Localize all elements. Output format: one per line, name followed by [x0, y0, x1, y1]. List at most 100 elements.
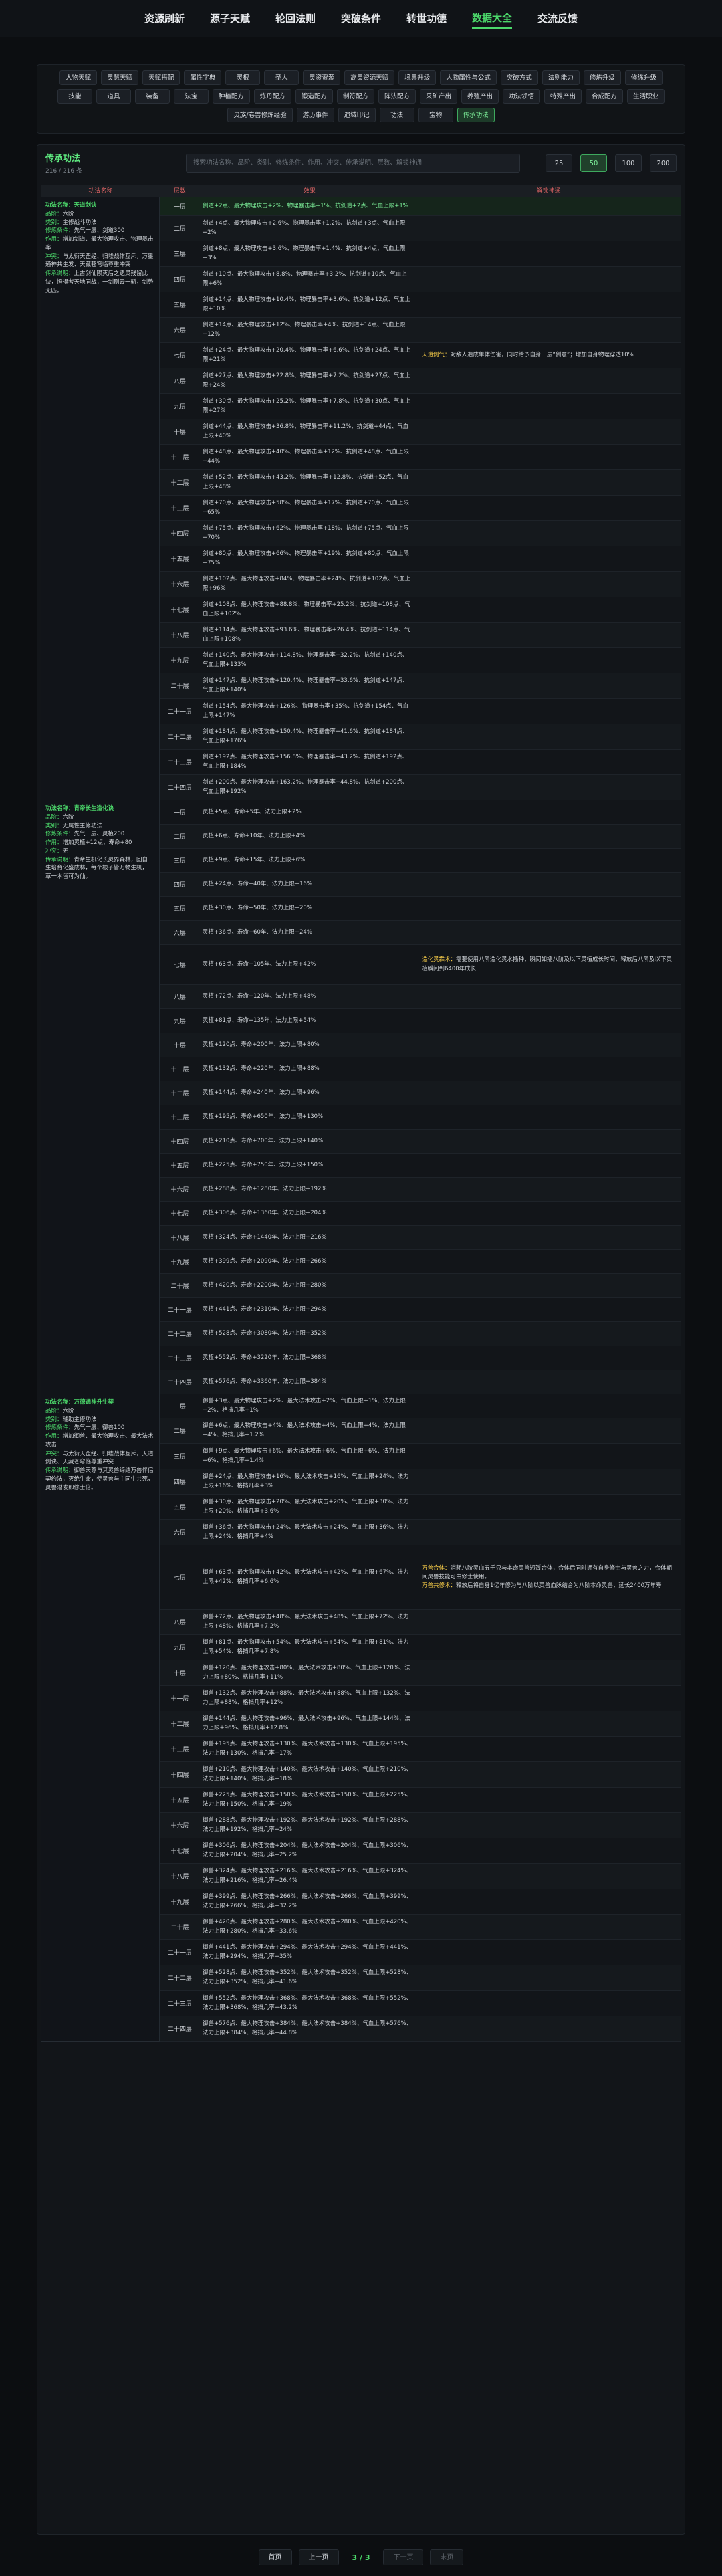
- category-button[interactable]: 炼丹配方: [253, 89, 291, 104]
- effect-cell: 灵植+30点、寿命+50年、法力上限+20%: [203, 904, 312, 911]
- level-cell: 十一层: [170, 1696, 189, 1703]
- table-row: 十七层 御兽+306点、最大物理攻击+204%、最大法术攻击+204%、气血上限+…: [160, 1838, 681, 1864]
- last-page-button[interactable]: 末页: [430, 2549, 464, 2565]
- prev-page-button[interactable]: 上一页: [298, 2549, 339, 2565]
- page-size-option[interactable]: 200: [650, 154, 677, 172]
- category-button[interactable]: 功法: [379, 108, 414, 122]
- nav-link[interactable]: 转世功德: [406, 9, 447, 28]
- skill-cell: 造化灵霖术：需要使用八阶造化灵水播种，瞬间如播八阶及以下灵植成长时间，释放后八阶…: [416, 945, 681, 984]
- first-page-button[interactable]: 首页: [258, 2549, 292, 2565]
- info-value: 万德通神升生契: [74, 1399, 114, 1406]
- info-value: 先气一层、灵植200: [74, 831, 125, 838]
- table-row: 十七层 灵植+306点、寿命+1360年、法力上限+204%: [160, 1202, 681, 1226]
- effect-cell: 御兽+72点、最大物理攻击+48%、最大法术攻击+48%、气血上限+72%、法力…: [203, 1614, 409, 1630]
- category-button[interactable]: 法宝: [173, 89, 209, 104]
- level-cell: 十层: [173, 1671, 186, 1677]
- nav-link[interactable]: 交流反馈: [537, 9, 578, 28]
- technique-info-line: 品阶：六阶: [45, 210, 155, 219]
- skill-cell: [416, 985, 681, 1008]
- technique-info-line: 作用：增加灵植+12点、寿命+80: [45, 839, 155, 847]
- table-row: 十五层 灵植+225点、寿命+750年、法力上限+150%: [160, 1154, 681, 1178]
- effect-cell: 剑道+27点、最大物理攻击+22.8%、物理暴击率+7.2%、抗剑道+27点、气…: [203, 372, 411, 389]
- category-button[interactable]: 种植配方: [212, 89, 250, 104]
- category-button[interactable]: 人物属性与公式: [440, 70, 497, 85]
- info-value: 六阶: [62, 210, 74, 217]
- category-button[interactable]: 特殊产出: [544, 89, 582, 104]
- category-button[interactable]: 灵资资源: [303, 70, 341, 85]
- category-button[interactable]: 游历事件: [296, 108, 334, 122]
- category-button[interactable]: 道具: [96, 89, 131, 104]
- technique-info-line: 传承说明：上古剑仙陨灭后之遗灵残留此诀，悟得者天地同战，一剑刷云一斩，剑势无匹。: [45, 270, 155, 295]
- technique-info-line: 修炼条件：先气一层、剑道300: [45, 227, 155, 235]
- search-input[interactable]: [186, 153, 520, 173]
- category-button[interactable]: 功法领悟: [503, 89, 541, 104]
- info-value: 六阶: [62, 1407, 74, 1414]
- table-row: 二十四层 御兽+576点、最大物理攻击+384%、最大法术攻击+384%、气血上限…: [160, 2016, 681, 2042]
- category-button[interactable]: 圣人: [264, 70, 299, 85]
- table-row: 七层 御兽+63点、最大物理攻击+42%、最大法术攻击+42%、气血上限+67%、…: [160, 1545, 681, 1610]
- level-cell: 二十三层: [167, 2001, 192, 2008]
- category-button[interactable]: 灵根: [225, 70, 261, 85]
- level-cell: 八层: [173, 994, 186, 1001]
- category-button[interactable]: 制符配方: [336, 89, 374, 104]
- table-row: 六层 灵植+36点、寿命+60年、法力上限+24%: [160, 921, 681, 945]
- category-button[interactable]: 技能: [57, 89, 92, 104]
- header-skill: 解锁神通: [536, 188, 561, 195]
- table-row: 二十三层 御兽+552点、最大物理攻击+368%、最大法术攻击+368%、气血上限…: [160, 1991, 681, 2016]
- table-row: 十层 剑道+44点、最大物理攻击+36.8%、物理暴击率+11.2%、抗剑道+44…: [160, 419, 681, 445]
- nav-link[interactable]: 源子天赋: [210, 9, 250, 28]
- category-button[interactable]: 宝物: [418, 108, 453, 122]
- level-cell: 六层: [173, 328, 186, 334]
- category-button[interactable]: 突破方式: [500, 70, 538, 85]
- effect-cell: 灵植+5点、寿命+5年、法力上限+2%: [203, 808, 302, 815]
- level-cell: 十三层: [170, 1747, 189, 1753]
- category-button[interactable]: 采矿产出: [419, 89, 457, 104]
- skill-cell: [416, 1009, 681, 1033]
- category-button[interactable]: 高灵资源天赋: [344, 70, 395, 85]
- level-cell: 七层: [173, 353, 186, 360]
- skill-cell: [416, 849, 681, 872]
- table-row: 八层 灵植+72点、寿命+120年、法力上限+48%: [160, 985, 681, 1009]
- info-key: 修炼条件：: [45, 1424, 74, 1432]
- table-row: 二十四层 剑道+200点、最大物理攻击+163.2%、物理暴击率+44.8%、抗剑…: [160, 775, 681, 800]
- next-page-button[interactable]: 下一页: [383, 2549, 424, 2565]
- category-button[interactable]: 修练升级: [624, 70, 663, 85]
- table-row: 二十一层 剑道+154点、最大物理攻击+126%、物理暴击率+35%、抗剑道+15…: [160, 699, 681, 724]
- nav-link[interactable]: 数据大全: [472, 8, 513, 29]
- category-button[interactable]: 天赋搭配: [142, 70, 180, 85]
- effect-cell: 灵植+132点、寿命+220年、法力上限+88%: [203, 1065, 320, 1072]
- category-button[interactable]: 合成配方: [586, 89, 624, 104]
- category-button[interactable]: 装备: [134, 89, 170, 104]
- effect-cell: 灵植+72点、寿命+120年、法力上限+48%: [203, 992, 316, 1000]
- category-button[interactable]: 传承功法: [457, 108, 495, 122]
- effect-cell: 剑道+147点、最大物理攻击+120.4%、物理暴击率+33.6%、抗剑道+14…: [203, 677, 408, 693]
- level-cell: 三层: [173, 858, 186, 865]
- effect-cell: 剑道+184点、最大物理攻击+150.4%、物理暴击率+41.6%、抗剑道+18…: [203, 728, 408, 744]
- level-cell: 二十四层: [167, 785, 192, 792]
- category-button[interactable]: 修炼升级: [583, 70, 621, 85]
- category-button[interactable]: 遗域印记: [338, 108, 376, 122]
- page-size-option[interactable]: 25: [546, 154, 572, 172]
- category-button[interactable]: 养殖产出: [461, 89, 499, 104]
- category-button[interactable]: 人物天赋: [59, 70, 98, 85]
- info-key: 作用：: [45, 236, 63, 243]
- nav-link[interactable]: 轮回法则: [275, 9, 316, 28]
- table-row: 二十一层 灵植+441点、寿命+2310年、法力上限+294%: [160, 1298, 681, 1322]
- page-size-option[interactable]: 100: [615, 154, 642, 172]
- info-value: 青帝长生造化诀: [74, 805, 114, 812]
- info-key: 品阶：: [45, 210, 63, 217]
- category-button[interactable]: 属性字典: [184, 70, 222, 85]
- category-button[interactable]: 灵慧天赋: [101, 70, 139, 85]
- category-button[interactable]: 法则能力: [542, 70, 580, 85]
- category-button[interactable]: 灵族/卷兽修炼经验: [227, 108, 293, 122]
- nav-link[interactable]: 资源刷新: [144, 9, 185, 28]
- category-button[interactable]: 生活职业: [627, 89, 665, 104]
- category-button[interactable]: 境界升级: [398, 70, 437, 85]
- category-button[interactable]: 锻造配方: [295, 89, 333, 104]
- technique-info-cell: 功法名称：万德通神升生契 品阶：六阶 类别：辅助主修功法 修炼条件：先气一层、御兽10…: [41, 1394, 160, 2042]
- category-button[interactable]: 阵法配方: [378, 89, 416, 104]
- page-size-option[interactable]: 50: [580, 154, 607, 172]
- level-cell: 十五层: [170, 1163, 189, 1170]
- effect-cell: 灵植+552点、寿命+3220年、法力上限+368%: [203, 1354, 327, 1361]
- nav-link[interactable]: 突破条件: [341, 9, 381, 28]
